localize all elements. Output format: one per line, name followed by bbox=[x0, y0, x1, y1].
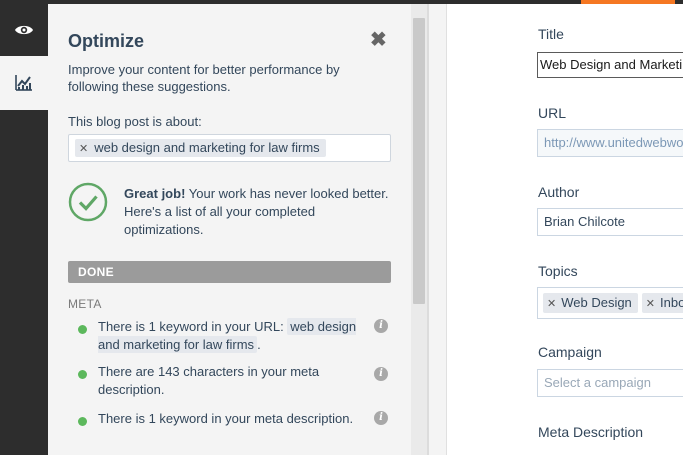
checkmark-icon bbox=[68, 182, 108, 222]
close-icon[interactable]: ✖ bbox=[370, 30, 387, 50]
topics-field[interactable]: ✕ Web Design ✕ Inbound bbox=[537, 287, 683, 319]
topic-tag: ✕ Inbound bbox=[641, 293, 683, 313]
campaign-select[interactable]: Select a campaign bbox=[537, 369, 683, 397]
chart-icon bbox=[15, 75, 32, 91]
optimize-panel: Optimize ✖ Improve your content for bett… bbox=[48, 4, 411, 455]
great-job-message: Great job! Your work has never looked be… bbox=[124, 185, 394, 239]
info-icon[interactable]: i bbox=[374, 411, 388, 425]
done-label: DONE bbox=[78, 265, 114, 279]
title-field[interactable]: Web Design and Marketing bbox=[537, 52, 683, 78]
info-icon[interactable]: i bbox=[374, 367, 388, 381]
author-label: Author bbox=[538, 184, 580, 200]
done-section-header[interactable]: DONE bbox=[68, 261, 391, 283]
meta-description-label: Meta Description bbox=[538, 424, 644, 440]
status-dot bbox=[78, 370, 87, 379]
panel-title: Optimize bbox=[68, 31, 145, 51]
remove-tag-icon[interactable]: ✕ bbox=[646, 298, 655, 310]
info-icon[interactable]: i bbox=[374, 319, 388, 333]
preview-button[interactable] bbox=[0, 4, 48, 56]
optimize-button[interactable] bbox=[0, 56, 48, 110]
author-field[interactable]: Brian Chilcote bbox=[537, 208, 683, 236]
status-dot bbox=[78, 417, 87, 426]
item-text: There are 143 characters in your meta de… bbox=[98, 364, 320, 397]
eye-icon bbox=[15, 25, 33, 35]
post-settings-form: Title Web Design and Marketing URL http:… bbox=[447, 4, 683, 455]
meta-section-label: META bbox=[68, 297, 102, 311]
panel-description: Improve your content for better performa… bbox=[68, 62, 340, 94]
topic-label: This blog post is about: bbox=[68, 114, 202, 129]
panel-gutter bbox=[429, 4, 447, 455]
topic-tag-label: web design and marketing for law firms bbox=[94, 140, 320, 155]
remove-tag-icon[interactable]: ✕ bbox=[547, 298, 556, 310]
topic-input[interactable]: ✕ web design and marketing for law firms bbox=[68, 134, 391, 162]
item-text-end: . bbox=[257, 337, 261, 352]
remove-tag-icon[interactable]: ✕ bbox=[79, 143, 88, 155]
url-label: URL bbox=[538, 105, 567, 121]
left-icon-rail bbox=[0, 4, 48, 455]
topic-tag-label: Web Design bbox=[561, 295, 632, 310]
url-field[interactable]: http://www.unitedwebworks bbox=[537, 129, 683, 157]
topics-label: Topics bbox=[538, 263, 578, 279]
great-job-bold: Great job! bbox=[124, 186, 186, 201]
status-dot bbox=[78, 325, 87, 334]
topic-tag: ✕ Web Design bbox=[543, 293, 638, 313]
item-text: There is 1 keyword in your meta descript… bbox=[98, 411, 354, 426]
scrollbar-thumb[interactable] bbox=[413, 18, 425, 304]
topic-tag: ✕ web design and marketing for law firms bbox=[75, 139, 326, 157]
title-label: Title bbox=[538, 26, 564, 42]
topic-tag-label: Inbound bbox=[660, 295, 683, 310]
item-text: There is 1 keyword in your URL: bbox=[98, 319, 288, 334]
campaign-label: Campaign bbox=[538, 344, 602, 360]
